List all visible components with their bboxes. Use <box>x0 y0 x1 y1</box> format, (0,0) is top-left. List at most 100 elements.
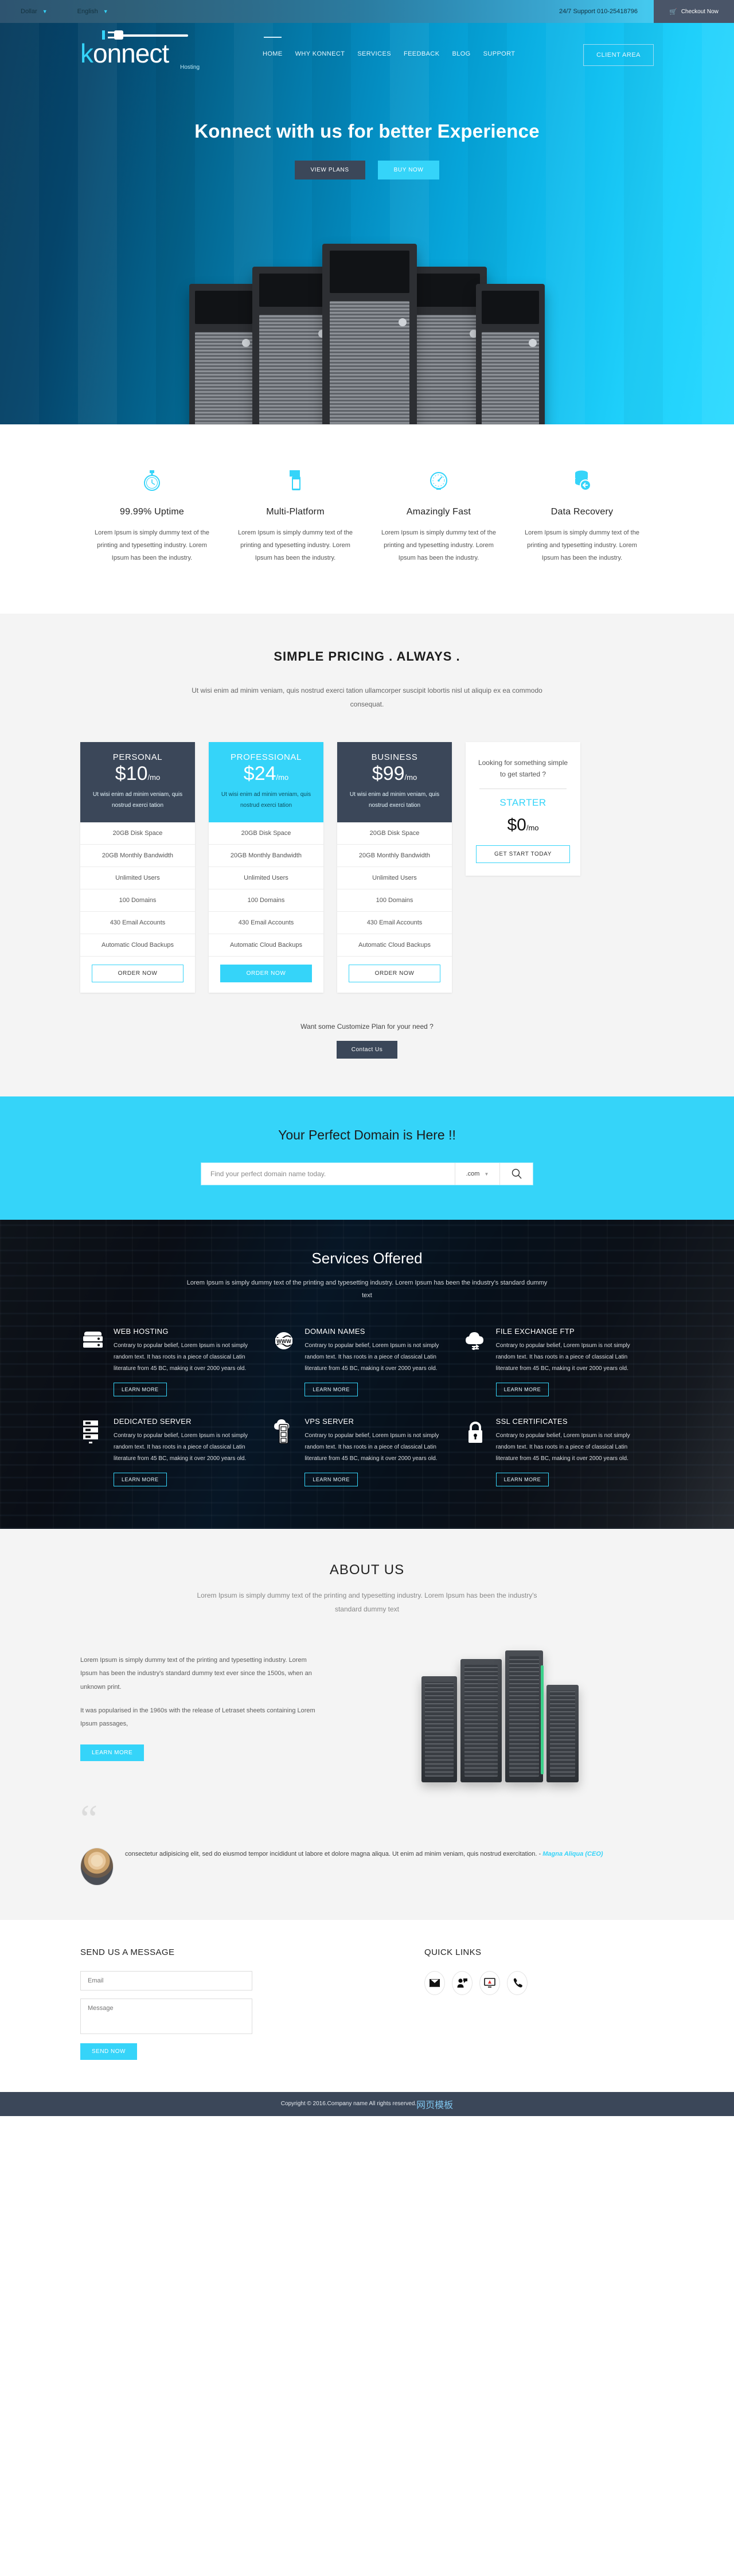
logo-text: konnect <box>80 40 235 67</box>
plan-feature: 20GB Disk Space <box>80 822 195 845</box>
learn-more-button[interactable]: LEARN MORE <box>495 1473 549 1487</box>
live-chat-icon[interactable] <box>452 1970 473 1995</box>
plan-period: /mo <box>147 773 161 782</box>
database-restore-icon <box>521 466 643 495</box>
get-start-today-button[interactable]: GET START TODAY <box>476 845 570 863</box>
nav-item-blog[interactable]: BLOG <box>452 50 470 60</box>
language-selector[interactable]: English ▼ <box>77 8 108 15</box>
email-field[interactable] <box>80 1970 252 1990</box>
contact-us-button[interactable]: Contact Us <box>336 1041 398 1059</box>
plan-feature: 20GB Monthly Bandwidth <box>337 845 452 868</box>
feature-title: Amazingly Fast <box>406 507 471 517</box>
plan-desc: Ut wisi enim ad minim veniam, quis nostr… <box>221 791 311 809</box>
starter-question: Looking for something simple to get star… <box>478 759 568 779</box>
feature-text: Lorem Ipsum is simply dummy text of the … <box>95 529 209 561</box>
globe-www-icon: WWW <box>271 1327 296 1396</box>
learn-more-button[interactable]: LEARN MORE <box>304 1473 358 1487</box>
footer-link[interactable]: 网页模板 <box>416 2097 453 2111</box>
plan-feature: Unlimited Users <box>80 867 195 890</box>
contact-section: SEND US A MESSAGE SEND NOW QUICK LINKS <box>80 1919 654 2092</box>
plan-desc: Ut wisi enim ad minim veniam, quis nostr… <box>92 791 183 809</box>
plan-name: BUSINESS <box>371 752 418 762</box>
service-title: VPS SERVER <box>304 1417 354 1426</box>
domain-search-button[interactable] <box>499 1163 533 1185</box>
about-image-column <box>344 1648 654 1783</box>
nav-item-feedback[interactable]: FEEDBACK <box>404 50 440 60</box>
quick-links-column: QUICK LINKS <box>401 1947 654 2060</box>
service-body: DEDICATED SERVER Contrary to popular bel… <box>114 1417 262 1487</box>
send-now-button[interactable]: SEND NOW <box>80 2043 137 2060</box>
tld-label: .com <box>466 1170 480 1178</box>
tld-selector[interactable]: .com ▼ <box>455 1163 499 1185</box>
nav-item-why-konnect[interactable]: WHY KONNECT <box>295 50 345 60</box>
plan-features: 20GB Disk Space 20GB Monthly Bandwidth U… <box>209 822 323 957</box>
service-text: Contrary to popular belief, Lorem Ipsum … <box>304 1433 439 1462</box>
service-text: Contrary to popular belief, Lorem Ipsum … <box>495 1433 630 1462</box>
service-text: Contrary to popular belief, Lorem Ipsum … <box>114 1342 248 1372</box>
client-area-button[interactable]: CLIENT AREA <box>583 44 654 66</box>
nav-item-support[interactable]: SUPPORT <box>483 50 516 60</box>
service-card: VPS SERVER Contrary to popular belief, L… <box>271 1411 462 1501</box>
checkout-button[interactable]: 🛒 Checkout Now <box>654 0 734 23</box>
services-grid: WEB HOSTING Contrary to popular belief, … <box>80 1321 654 1501</box>
plan-header: PROFESSIONAL $24/mo Ut wisi enim ad mini… <box>209 742 323 823</box>
pricing-subtitle: Ut wisi enim ad minim veniam, quis nostr… <box>192 686 542 708</box>
plan-desc: Ut wisi enim ad minim veniam, quis nostr… <box>349 791 440 809</box>
phone-icon[interactable] <box>507 1970 528 1995</box>
learn-more-button[interactable]: LEARN MORE <box>304 1383 358 1397</box>
nav-item-services[interactable]: SERVICES <box>357 50 391 60</box>
domain-search-input[interactable] <box>201 1163 455 1185</box>
plan-price: $24/mo <box>214 763 318 784</box>
plan-feature: 20GB Disk Space <box>209 822 323 845</box>
logo-rest: onnect <box>93 38 169 68</box>
plan-order-wrap: ORDER NOW <box>80 957 195 993</box>
currency-selector[interactable]: Dollar ▼ <box>21 8 48 15</box>
logo[interactable]: konnect Hosting <box>80 30 235 71</box>
footer: Copyright © 2016.Company name All rights… <box>0 2091 734 2116</box>
plan-period: /mo <box>404 773 417 782</box>
plan-amount: $10 <box>115 763 148 784</box>
view-plans-button[interactable]: VIEW PLANS <box>294 161 365 179</box>
plug-icon <box>102 30 188 40</box>
hero-buttons: VIEW PLANS BUY NOW <box>0 161 734 179</box>
envelope-icon[interactable] <box>424 1970 445 1995</box>
testimonial-text: consectetur adipisicing elit, sed do eiu… <box>125 1848 603 1861</box>
buy-now-button[interactable]: BUY NOW <box>377 161 440 179</box>
hero-section: konnect Hosting HOME WHY KONNECT SERVICE… <box>0 23 734 424</box>
order-now-button[interactable]: ORDER NOW <box>220 965 312 983</box>
starter-period: /mo <box>526 823 539 832</box>
pricing-card-business: BUSINESS $99/mo Ut wisi enim ad minim ve… <box>337 742 452 993</box>
service-body: DOMAIN NAMES Contrary to popular belief,… <box>304 1327 453 1397</box>
plan-feature: 100 Domains <box>80 889 195 912</box>
plan-features: 20GB Disk Space 20GB Monthly Bandwidth U… <box>80 822 195 957</box>
contact-form-column: SEND US A MESSAGE SEND NOW <box>80 1947 401 2060</box>
quote-mark-icon: “ <box>80 1797 98 1841</box>
monitor-alert-icon[interactable] <box>479 1970 500 1995</box>
about-text-column: Lorem Ipsum is simply dummy text of the … <box>80 1648 321 1761</box>
checkout-label: Checkout Now <box>681 8 719 15</box>
learn-more-button[interactable]: LEARN MORE <box>114 1383 167 1397</box>
learn-more-button[interactable]: LEARN MORE <box>114 1473 167 1487</box>
about-section: ABOUT US Lorem Ipsum is simply dummy tex… <box>0 1529 734 1920</box>
copyright-text: Copyright © 2016.Company name All rights… <box>280 2101 417 2107</box>
feature-card: Amazingly Fast Lorem Ipsum is simply dum… <box>367 466 510 564</box>
feature-card: 99.99% Uptime Lorem Ipsum is simply dumm… <box>80 466 224 564</box>
plan-amount: $24 <box>243 763 276 784</box>
server-icon <box>80 1327 106 1396</box>
plan-feature: 100 Domains <box>337 889 452 912</box>
order-now-button[interactable]: ORDER NOW <box>92 965 184 983</box>
service-title: DOMAIN NAMES <box>304 1327 365 1336</box>
hero-title: Konnect with us for better Experience <box>194 120 540 142</box>
nav-item-home[interactable]: HOME <box>263 37 283 60</box>
about-title: ABOUT US <box>329 1562 405 1578</box>
about-learn-more-button[interactable]: LEARN MORE <box>80 1744 145 1761</box>
quick-links-list <box>424 1970 533 1995</box>
service-text: Contrary to popular belief, Lorem Ipsum … <box>304 1342 439 1372</box>
learn-more-button[interactable]: LEARN MORE <box>495 1383 549 1397</box>
server-unit <box>189 284 258 424</box>
service-title: FILE EXCHANGE FTP <box>495 1327 575 1336</box>
server-unit <box>322 244 417 424</box>
message-field[interactable] <box>80 1998 252 2034</box>
top-bar-right: 24/7 Support 010-25418796 🛒 Checkout Now <box>559 0 734 23</box>
order-now-button[interactable]: ORDER NOW <box>349 965 440 983</box>
